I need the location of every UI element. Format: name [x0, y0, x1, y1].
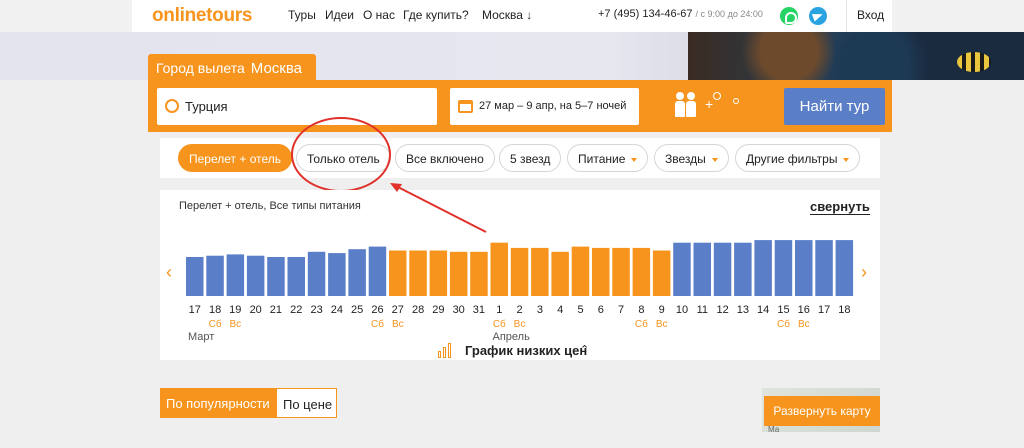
chevron-left-icon[interactable]: ‹ — [166, 262, 172, 283]
expand-map-button[interactable]: Развернуть карту — [764, 396, 880, 426]
nav-about[interactable]: О нас — [363, 8, 395, 22]
departure-city: Москва — [250, 60, 303, 77]
filter-all-inclusive[interactable]: Все включено — [395, 144, 495, 172]
logo-tours-text: tours — [206, 5, 253, 26]
whatsapp-icon[interactable] — [780, 7, 798, 25]
dates-value: 27 мар – 9 апр, на 5–7 ночей — [479, 100, 627, 112]
filter-other[interactable]: Другие фильтры — [735, 144, 861, 172]
nav-where-to-buy[interactable]: Где купить? — [403, 8, 469, 22]
city-select[interactable]: Москва ↓ — [482, 8, 532, 22]
destination-field[interactable]: Турция — [157, 88, 437, 125]
logo-online-text: online — [152, 5, 207, 26]
adult-icon — [676, 92, 684, 100]
calendar-icon — [458, 100, 473, 113]
departure-label: Город вылета — [156, 60, 245, 76]
add-adult-icon — [713, 92, 721, 100]
chevron-right-icon[interactable]: › — [861, 262, 867, 283]
sort-popularity-button[interactable]: По популярности — [160, 388, 276, 418]
telegram-icon[interactable] — [809, 7, 827, 25]
dates-field[interactable]: 27 мар – 9 апр, на 5–7 ночей — [450, 88, 639, 125]
nav-tours[interactable]: Туры — [288, 8, 316, 22]
chevron-down-icon — [711, 157, 718, 162]
departure-city-tab[interactable]: Город вылета Москва — [148, 54, 316, 82]
find-tour-button[interactable]: Найти тур — [784, 88, 885, 125]
month-label: Март — [188, 331, 215, 343]
add-tourist-plus: + — [705, 96, 714, 112]
adult-icon — [687, 92, 695, 100]
bar-chart-icon — [438, 342, 454, 358]
phone-hours: / с 9:00 до 24:00 — [695, 9, 763, 19]
filter-flight-hotel[interactable]: Перелет + отель — [178, 144, 292, 172]
month-label: Апрель — [492, 331, 530, 343]
phone-block[interactable]: +7 (495) 134-46-67 / с 9:00 до 24:00 — [598, 8, 763, 20]
adult-body-icon — [686, 101, 696, 117]
hero-fish-image — [957, 52, 991, 72]
sort-price-button[interactable]: По цене — [276, 388, 337, 418]
low-price-chart-title: График низких цен — [465, 343, 588, 358]
filter-other-label: Другие фильтры — [746, 152, 838, 166]
map-label: Ма — [768, 425, 780, 434]
add-child-icon — [733, 98, 739, 104]
phone-number: +7 (495) 134-46-67 — [598, 8, 693, 20]
login-link[interactable]: Вход — [857, 8, 884, 22]
chevron-up-icon: ⌃ — [580, 344, 590, 356]
filter-5-stars[interactable]: 5 звезд — [499, 144, 562, 172]
chevron-down-icon — [843, 157, 850, 162]
filter-meals[interactable]: Питание — [567, 144, 649, 172]
filter-stars[interactable]: Звезды — [654, 144, 729, 172]
chart-subtitle: Перелет + отель, Все типы питания — [179, 200, 361, 212]
nav-ideas[interactable]: Идеи — [325, 8, 354, 22]
annotation-circle — [291, 117, 391, 192]
header-divider — [846, 0, 847, 32]
collapse-chart-link[interactable]: свернуть — [810, 199, 870, 215]
filter-meals-label: Питание — [578, 152, 626, 166]
location-pin-icon — [165, 99, 179, 113]
chevron-down-icon — [631, 157, 638, 162]
filter-stars-label: Звезды — [665, 152, 706, 166]
tourists-selector[interactable]: + — [672, 92, 752, 122]
adult-body-icon — [675, 101, 685, 117]
logo[interactable]: onlinetours — [152, 5, 252, 27]
destination-value: Турция — [185, 99, 228, 114]
